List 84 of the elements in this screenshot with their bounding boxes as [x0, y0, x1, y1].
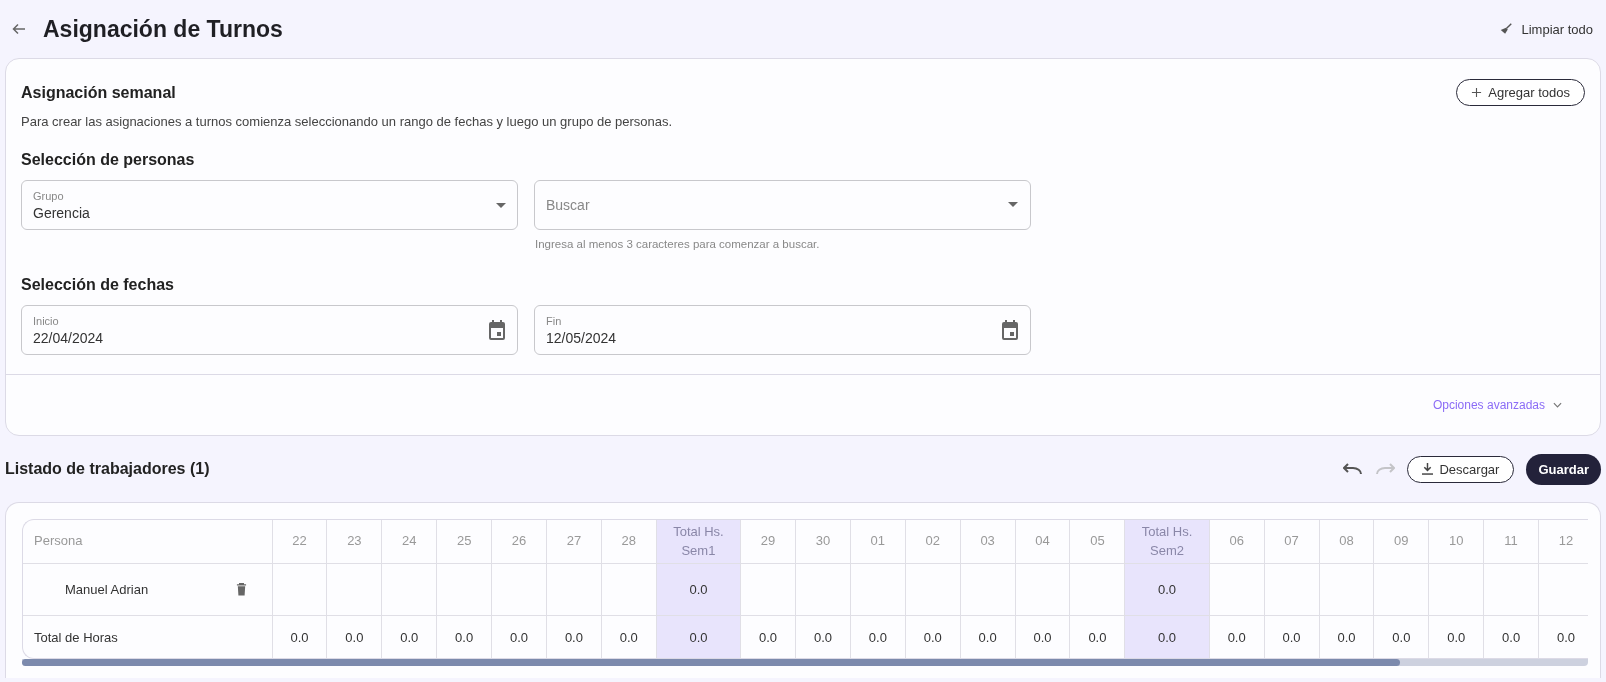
row-label: Total de Horas	[34, 629, 118, 645]
section-description: Para crear las asignaciones a turnos comienza seleccionando un rango de fechas y luego un grupo de personas.	[21, 114, 674, 129]
column-header: 25	[436, 520, 492, 564]
dropdown-caret-icon	[1008, 202, 1018, 207]
page-title: Asignación de Turnos	[43, 15, 283, 43]
group-select[interactable]: Grupo Gerencia	[21, 180, 518, 230]
table-cell: 0.0	[1158, 629, 1177, 645]
section-subtitle: Selección de personas	[21, 151, 196, 169]
plus-icon	[1471, 87, 1483, 98]
column-header: 03	[960, 520, 1016, 564]
table-cell: 0.0	[1337, 629, 1356, 645]
date-field[interactable]: Inicio 22/04/2024	[21, 305, 518, 355]
table-cell: 0.0	[619, 629, 638, 645]
column-header: 05	[1069, 520, 1125, 564]
broom-icon	[1499, 22, 1514, 36]
undo-icon[interactable]	[1343, 463, 1364, 475]
section-title: Listado de trabajadores (1)	[5, 460, 210, 478]
column-header: 08	[1319, 520, 1374, 564]
column-header: 06	[1209, 520, 1265, 564]
column-header: 09	[1373, 520, 1429, 564]
table-cell: 0.0	[689, 582, 708, 597]
column-header: 30	[795, 520, 851, 564]
save-button[interactable]: Guardar	[1526, 453, 1601, 485]
table-cell: 0.0	[813, 629, 832, 645]
table-cell: 0.0	[1158, 582, 1177, 597]
table-cell: 0.0	[455, 629, 474, 645]
table-cell: 0.0	[1392, 629, 1411, 645]
column-header: 07	[1264, 520, 1319, 564]
column-header: 02	[905, 520, 961, 564]
column-header: Persona	[23, 520, 273, 564]
table-cell: 0.0	[345, 629, 364, 645]
table-cell: 0.0	[1502, 629, 1521, 645]
add-all-button[interactable]: Agregar todos	[1456, 79, 1585, 106]
table-cell: 0.0	[290, 629, 309, 645]
download-icon	[1422, 463, 1434, 475]
table-cell: 0.0	[1088, 629, 1107, 645]
table-cell: 0.0	[1033, 629, 1052, 645]
column-header: 10	[1428, 520, 1484, 564]
chevron-icon	[1553, 402, 1562, 408]
dropdown-caret-icon	[496, 202, 506, 208]
table-cell: 0.0	[510, 629, 529, 645]
column-header: 22	[272, 520, 327, 564]
table-cell: 0.0	[689, 629, 708, 645]
table-cell: 0.0	[759, 629, 778, 645]
table-cell: 0.0	[1557, 629, 1576, 645]
column-header: 04	[1015, 520, 1070, 564]
column-header: 11	[1483, 520, 1539, 564]
table-cell: 0.0	[564, 629, 583, 645]
column-header: 29	[740, 520, 796, 564]
column-header: Total Hs. Sem2	[1124, 520, 1210, 564]
column-header: 23	[326, 520, 382, 564]
worker-name: Manuel Adrian	[65, 582, 149, 597]
calendar-icon[interactable]	[1001, 320, 1019, 340]
table-cell: 0.0	[978, 629, 997, 645]
table-cell: 0.0	[868, 629, 887, 645]
table-cell: 0.0	[1227, 629, 1246, 645]
field-label: Fin	[546, 314, 563, 327]
section-subtitle: Selección de fechas	[21, 276, 175, 294]
table-cell: 0.0	[400, 629, 419, 645]
field-label: Inicio	[33, 314, 60, 327]
field-hint: Ingresa al menos 3 caracteres para comenzar a buscar.	[534, 238, 821, 250]
scrollbar-thumb[interactable]	[22, 659, 1401, 666]
download-button[interactable]: Descargar	[1407, 455, 1515, 483]
column-header: 28	[601, 520, 657, 564]
field-value: Gerencia	[33, 204, 90, 221]
trash-icon[interactable]	[235, 583, 247, 596]
table-cell: 0.0	[1282, 629, 1301, 645]
column-header: 26	[491, 520, 547, 564]
field-label: Grupo	[33, 189, 65, 202]
section-title: Asignación semanal	[21, 83, 176, 102]
clear-all-button[interactable]: Limpiar todo	[1499, 17, 1593, 41]
column-header: 01	[850, 520, 906, 564]
date-field[interactable]: Fin 12/05/2024	[534, 305, 1031, 355]
advanced-options-toggle[interactable]: Opciones avanzadas	[1432, 396, 1562, 414]
field-value: 12/05/2024	[546, 329, 617, 346]
table-cell: 0.0	[1447, 629, 1466, 645]
column-header: 27	[546, 520, 602, 564]
table-cell: 0.0	[923, 629, 942, 645]
back-arrow-icon[interactable]	[11, 21, 27, 37]
calendar-icon[interactable]	[488, 320, 506, 340]
column-header: Total Hs. Sem1	[656, 520, 741, 564]
search-select[interactable]: Buscar	[534, 180, 1031, 230]
field-value: 22/04/2024	[33, 329, 104, 346]
column-header: 24	[381, 520, 437, 564]
